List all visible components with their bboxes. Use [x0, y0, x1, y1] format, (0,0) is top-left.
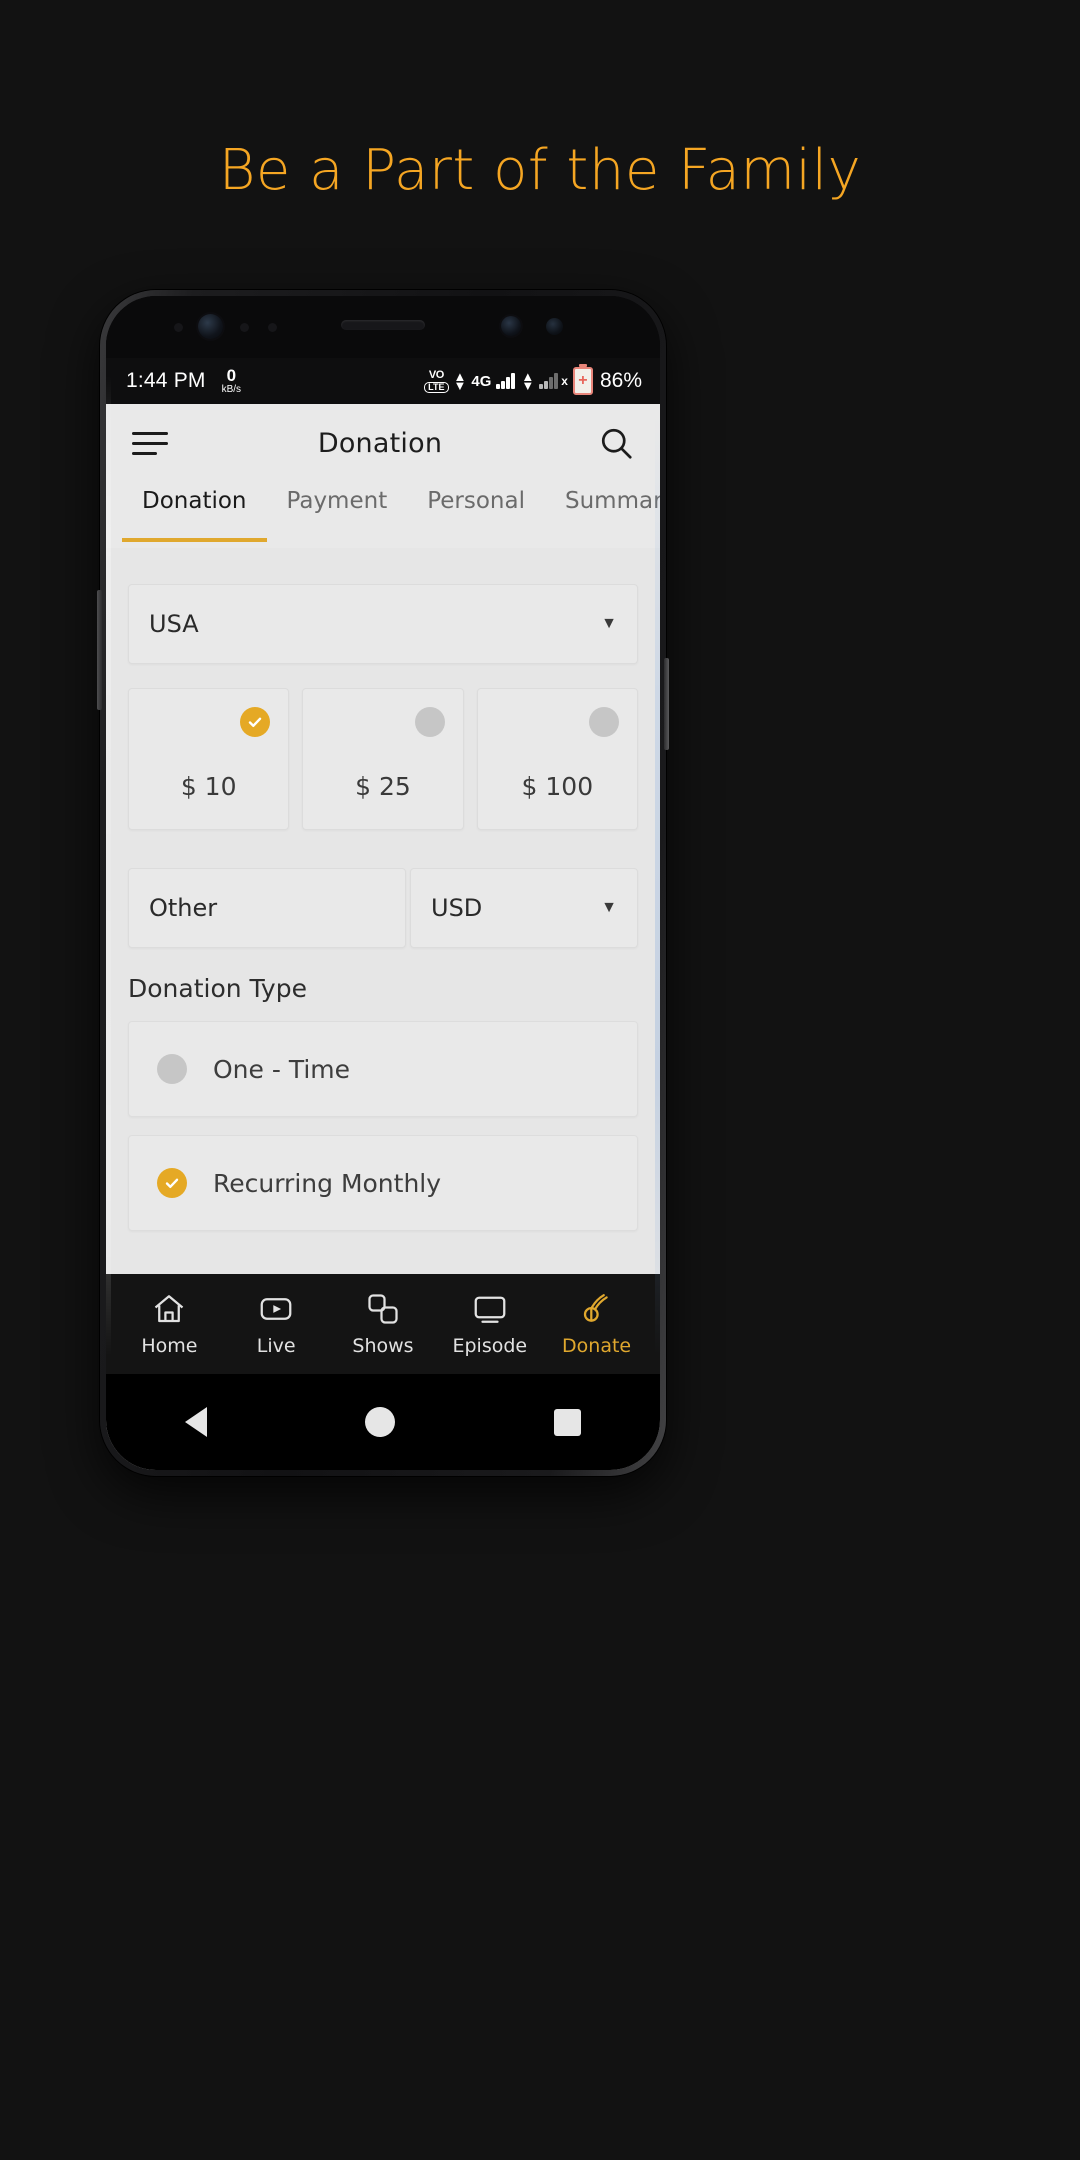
- home-icon: [155, 1295, 184, 1323]
- iris-scanner-icon: [501, 316, 521, 336]
- phone-device: 1:44 PM 0 kB/s VO LTE ▲ ▼ 4G ▲ ▼ x + 86%…: [97, 290, 669, 1476]
- tab-payment[interactable]: Payment: [267, 482, 408, 542]
- volte-icon-top: VO: [428, 368, 444, 381]
- amount-option-10-radio[interactable]: [240, 707, 271, 737]
- status-bar: 1:44 PM 0 kB/s VO LTE ▲ ▼ 4G ▲ ▼ x + 86%: [106, 358, 660, 404]
- tab-summary[interactable]: Summary: [545, 482, 660, 542]
- other-amount-input[interactable]: Other: [128, 868, 406, 948]
- check-icon: [249, 717, 262, 728]
- status-bar-time: 1:44 PM: [126, 369, 206, 392]
- donation-type-one-time-label: One - Time: [213, 1054, 350, 1084]
- nav-item-live-label: Live: [256, 1335, 296, 1357]
- data-arrows-icon: ▲ ▼: [521, 368, 535, 393]
- volte-icon: VO LTE: [424, 368, 449, 393]
- shows-icon: [368, 1294, 398, 1324]
- country-select[interactable]: USA ▼: [128, 584, 638, 664]
- donation-form: USA ▼ $ 10 $ 25 $ 100 Other USD ▼ Donati…: [106, 548, 660, 1274]
- donate-icon: [583, 1294, 608, 1322]
- app-content: Donation Donation Payment Personal Summa…: [106, 404, 660, 1470]
- other-amount-value: Other: [149, 894, 218, 922]
- phone-edge-highlight-left: [106, 376, 111, 1356]
- other-amount-row: Other USD ▼: [128, 868, 638, 948]
- network-type-label: 4G: [471, 372, 492, 390]
- app-bar: Donation: [106, 404, 660, 482]
- tab-donation-label: Donation: [142, 488, 247, 514]
- amount-option-100-radio[interactable]: [588, 707, 619, 737]
- check-icon: [165, 1178, 179, 1189]
- live-icon: [260, 1298, 292, 1320]
- nav-item-home[interactable]: Home: [121, 1291, 217, 1357]
- signal-bars-no-sim-icon: [539, 373, 559, 389]
- tab-payment-label: Payment: [286, 488, 388, 514]
- tab-personal-label: Personal: [427, 488, 525, 514]
- nav-item-home-label: Home: [141, 1335, 198, 1357]
- donation-type-recurring[interactable]: Recurring Monthly: [128, 1135, 638, 1231]
- amount-option-25-label: $ 25: [355, 772, 411, 801]
- phone-top-hardware: [106, 296, 660, 358]
- currency-select[interactable]: USD ▼: [410, 868, 638, 948]
- front-camera-icon: [198, 314, 223, 339]
- page-title: Donation: [317, 427, 443, 459]
- phone-edge-highlight-right: [655, 416, 660, 1356]
- network-speed-indicator: 0 kB/s: [222, 367, 241, 395]
- search-icon[interactable]: [598, 425, 634, 461]
- donation-type-recurring-radio[interactable]: [157, 1168, 187, 1198]
- back-triangle-icon[interactable]: [185, 1407, 208, 1437]
- battery-cross-icon: +: [578, 372, 588, 389]
- donation-type-one-time-radio[interactable]: [157, 1054, 187, 1084]
- sim-unavailable-icon: x: [561, 374, 568, 388]
- amount-option-25[interactable]: $ 25: [302, 688, 464, 830]
- amount-options: $ 10 $ 25 $ 100: [128, 688, 638, 830]
- donation-type-label: Donation Type: [128, 974, 307, 1003]
- donation-type-one-time[interactable]: One - Time: [128, 1021, 638, 1117]
- signal-bars-icon: [496, 373, 516, 389]
- promo-headline: Be a Part of the Family: [218, 138, 862, 203]
- amount-option-100[interactable]: $ 100: [476, 688, 638, 830]
- battery-icon: +: [572, 364, 593, 395]
- proximity-sensor-icon: [546, 318, 563, 335]
- sensor-icon: [268, 323, 277, 332]
- chevron-down-icon: ▼: [601, 899, 617, 916]
- volte-icon-bottom: LTE: [424, 381, 449, 393]
- hamburger-menu-icon[interactable]: [132, 425, 168, 462]
- home-circle-icon[interactable]: [365, 1407, 396, 1437]
- tab-summary-label: Summary: [565, 488, 660, 514]
- network-speed-value: 0: [226, 366, 237, 385]
- network-speed-unit: kB/s: [221, 384, 242, 395]
- country-select-value: USA: [149, 610, 199, 638]
- chevron-down-icon: ▼: [601, 615, 617, 632]
- amount-option-25-radio[interactable]: [414, 707, 445, 737]
- data-arrows-icon: ▲ ▼: [453, 368, 467, 393]
- sensor-icon: [174, 323, 183, 332]
- recents-square-icon[interactable]: [553, 1408, 581, 1436]
- tab-donation[interactable]: Donation: [122, 482, 267, 542]
- phone-bezel: 1:44 PM 0 kB/s VO LTE ▲ ▼ 4G ▲ ▼ x + 86%…: [106, 296, 660, 1470]
- battery-percent-label: 86%: [599, 369, 642, 392]
- episode-icon: [474, 1296, 506, 1323]
- tab-bar: Donation Payment Personal Summary: [106, 482, 660, 548]
- bottom-navigation: Home Live Shows Episode Donate: [106, 1274, 660, 1374]
- nav-item-donate-label: Donate: [562, 1335, 632, 1357]
- nav-item-episode-label: Episode: [452, 1335, 528, 1357]
- tab-personal[interactable]: Personal: [407, 482, 545, 542]
- donation-type-recurring-label: Recurring Monthly: [213, 1168, 442, 1198]
- amount-option-10[interactable]: $ 10: [128, 688, 290, 830]
- nav-item-shows-label: Shows: [352, 1335, 414, 1357]
- status-bar-icons: VO LTE ▲ ▼ 4G ▲ ▼ x + 86%: [424, 364, 642, 395]
- volume-button[interactable]: [97, 590, 102, 710]
- power-button[interactable]: [664, 658, 669, 750]
- android-navigation-bar: [106, 1374, 660, 1470]
- amount-option-10-label: $ 10: [180, 772, 237, 801]
- earpiece-speaker: [341, 320, 425, 330]
- phone-screen: 1:44 PM 0 kB/s VO LTE ▲ ▼ 4G ▲ ▼ x + 86%…: [106, 296, 660, 1470]
- currency-select-value: USD: [431, 894, 483, 922]
- nav-item-episode[interactable]: Episode: [442, 1291, 538, 1357]
- nav-item-donate[interactable]: Donate: [549, 1291, 645, 1357]
- amount-option-100-label: $ 100: [521, 772, 594, 801]
- nav-item-shows[interactable]: Shows: [335, 1291, 431, 1357]
- sensor-icon: [240, 323, 249, 332]
- nav-item-live[interactable]: Live: [228, 1291, 324, 1357]
